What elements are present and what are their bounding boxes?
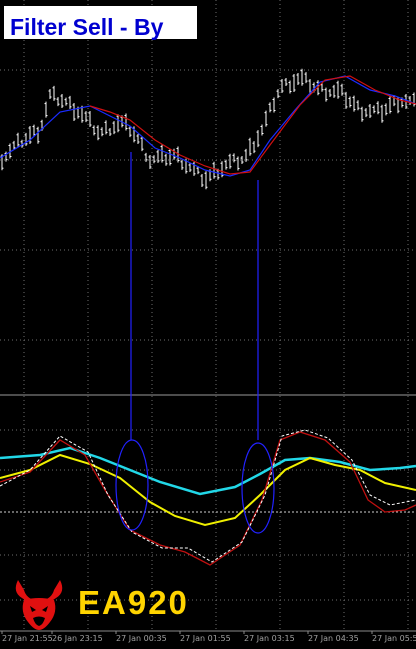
price-bar bbox=[24, 132, 28, 146]
time-tick-label: 27 Jan 03:15 bbox=[244, 634, 295, 643]
price-bar bbox=[384, 103, 388, 116]
price-bar bbox=[100, 127, 104, 137]
price-bar bbox=[212, 161, 216, 179]
price-bar bbox=[84, 111, 88, 123]
price-bar bbox=[344, 91, 348, 109]
price-bar bbox=[92, 125, 96, 136]
price-bar bbox=[96, 125, 100, 141]
chart-canvas[interactable]: 27 Jan 21:55 26 Jan 23:15 27 Jan 00:35 27 J… bbox=[0, 0, 416, 645]
price-bar bbox=[280, 79, 284, 93]
price-bar bbox=[356, 100, 360, 111]
price-bar bbox=[236, 156, 240, 171]
time-axis: 27 Jan 21:55 26 Jan 23:15 27 Jan 00:35 27 J… bbox=[0, 630, 416, 643]
price-bar bbox=[256, 130, 260, 148]
time-tick-label: 27 Jan 05:55 bbox=[372, 634, 416, 643]
price-bar bbox=[136, 134, 140, 144]
price-bar bbox=[348, 96, 352, 108]
price-bar bbox=[124, 113, 128, 131]
price-bar bbox=[340, 83, 344, 96]
price-bar bbox=[116, 114, 120, 133]
price-bar bbox=[376, 101, 380, 115]
price-bar bbox=[200, 174, 204, 187]
price-bar bbox=[296, 73, 300, 85]
price-bar bbox=[268, 102, 272, 113]
price-bar bbox=[104, 120, 108, 135]
price-bar bbox=[168, 148, 172, 166]
price-bar bbox=[352, 95, 356, 112]
price-bar bbox=[380, 104, 384, 123]
signal-ellipse bbox=[115, 439, 149, 531]
time-tick-label: 27 Jan 04:35 bbox=[308, 634, 359, 643]
time-tick-label: 26 Jan 23:15 bbox=[52, 634, 103, 643]
price-bar bbox=[60, 94, 64, 108]
price-bar bbox=[228, 153, 232, 169]
price-bar bbox=[72, 103, 76, 121]
price-bar bbox=[276, 89, 280, 99]
oscillator-panel bbox=[0, 429, 416, 566]
price-bar bbox=[364, 108, 368, 118]
price-bar bbox=[156, 149, 160, 163]
ma-slow-line bbox=[89, 75, 416, 175]
price-bar bbox=[324, 87, 328, 102]
chart-title-badge: Filter Sell - By bbox=[4, 6, 197, 40]
price-bar bbox=[64, 97, 68, 106]
oscillator-red-line bbox=[0, 431, 416, 566]
price-bar bbox=[260, 124, 264, 136]
price-bar bbox=[180, 159, 184, 170]
price-bar bbox=[128, 126, 132, 138]
brand-logo-text: EA920 bbox=[78, 584, 189, 621]
price-bar bbox=[16, 132, 20, 147]
price-bar bbox=[56, 97, 60, 107]
price-bar bbox=[304, 72, 308, 84]
price-bar bbox=[368, 104, 372, 118]
signal-markers bbox=[115, 152, 275, 534]
time-tick-label: 27 Jan 01:55 bbox=[180, 634, 231, 643]
price-bar bbox=[108, 128, 112, 136]
time-tick-label: 27 Jan 00:35 bbox=[116, 634, 167, 643]
price-bar bbox=[300, 68, 304, 86]
price-bar bbox=[252, 141, 256, 154]
chart-title: Filter Sell - By bbox=[10, 14, 164, 40]
chart-window[interactable]: 27 Jan 21:55 26 Jan 23:15 27 Jan 00:35 27 J… bbox=[0, 0, 416, 645]
price-bar bbox=[68, 95, 72, 109]
price-bar bbox=[44, 101, 48, 118]
price-bar bbox=[48, 89, 52, 99]
price-bar bbox=[412, 92, 416, 107]
time-tick-label: 27 Jan 21:55 bbox=[2, 634, 53, 643]
price-bar bbox=[388, 96, 392, 114]
price-bar bbox=[188, 163, 192, 172]
price-bar bbox=[360, 106, 364, 122]
price-bar bbox=[332, 84, 336, 98]
price-bar bbox=[288, 80, 292, 94]
price-bar bbox=[292, 74, 296, 92]
price-bar bbox=[328, 89, 332, 97]
bull-head-icon bbox=[15, 580, 63, 630]
price-bar bbox=[248, 137, 252, 156]
signal-ellipse bbox=[241, 442, 275, 534]
price-bar bbox=[140, 136, 144, 152]
price-bar bbox=[408, 96, 412, 105]
price-bar bbox=[152, 155, 156, 164]
price-bar bbox=[36, 126, 40, 144]
price-bar bbox=[336, 80, 340, 99]
price-bar bbox=[52, 85, 56, 101]
price-bar bbox=[112, 121, 116, 135]
price-bar bbox=[372, 105, 376, 114]
price-bar bbox=[224, 159, 228, 170]
price-bar bbox=[204, 171, 208, 190]
price-panel bbox=[0, 68, 416, 190]
price-bar bbox=[272, 97, 276, 113]
price-bar bbox=[232, 153, 236, 163]
price-bar bbox=[148, 155, 152, 169]
price-bar bbox=[264, 110, 268, 127]
price-bar bbox=[284, 78, 288, 86]
ma-fast-line bbox=[0, 75, 416, 177]
price-bar bbox=[88, 111, 92, 127]
